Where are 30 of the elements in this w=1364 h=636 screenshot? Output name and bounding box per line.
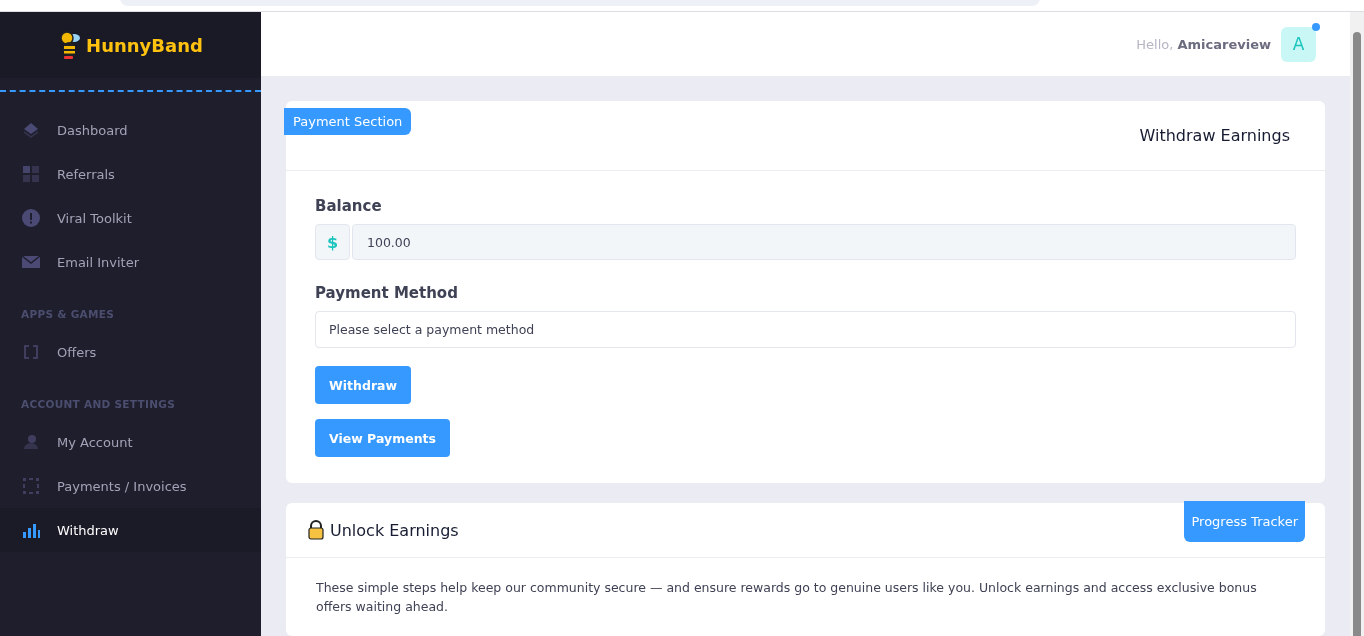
payment-method-select[interactable]: Please select a payment method: [315, 311, 1296, 348]
card-title: Withdraw Earnings: [1139, 126, 1290, 145]
section-tag: Payment Section: [284, 108, 412, 135]
alert-icon: [21, 208, 41, 228]
logo-text: HunnyBand: [86, 34, 203, 56]
balance-field[interactable]: 100.00: [352, 224, 1296, 260]
frame-icon: [21, 342, 41, 362]
section-heading: ACCOUNT AND SETTINGS: [20, 397, 177, 412]
sidebar-item[interactable]: Offers: [0, 330, 261, 374]
dotted-square-icon: [21, 476, 41, 496]
card-title: Unlock Earnings: [330, 520, 459, 540]
sidebar-item[interactable]: Payments / Invoices: [0, 464, 261, 508]
scrollbar[interactable]: [1350, 12, 1364, 636]
field-label: Balance: [315, 197, 382, 215]
sidebar-item[interactable]: My Account: [0, 420, 261, 464]
grid-icon: [21, 164, 41, 184]
section-heading: APPS & GAMES: [20, 307, 116, 322]
description-text: These simple steps help keep our community secure — and ensure rewards go to genuine users like you. Unlock earnings and access exclusive bonus offers waiting ahead.: [315, 579, 1258, 616]
sidebar-item[interactable]: Referrals: [0, 152, 261, 196]
sidebar-item[interactable]: Withdraw: [0, 508, 261, 552]
user-icon: [21, 432, 41, 452]
dollar-icon: $: [315, 224, 350, 260]
layers-icon: [21, 120, 41, 140]
sidebar-item[interactable]: Email Inviter: [0, 240, 261, 284]
padlock-icon: [308, 520, 324, 540]
field-label: Payment Method: [315, 284, 458, 302]
greeting-text: Hello, Amicareview: [1136, 36, 1271, 52]
sidebar-item[interactable]: Viral Toolkit: [0, 196, 261, 240]
sidebar-item[interactable]: Dashboard: [0, 108, 261, 152]
section-tag: Progress Tracker: [1184, 501, 1305, 542]
